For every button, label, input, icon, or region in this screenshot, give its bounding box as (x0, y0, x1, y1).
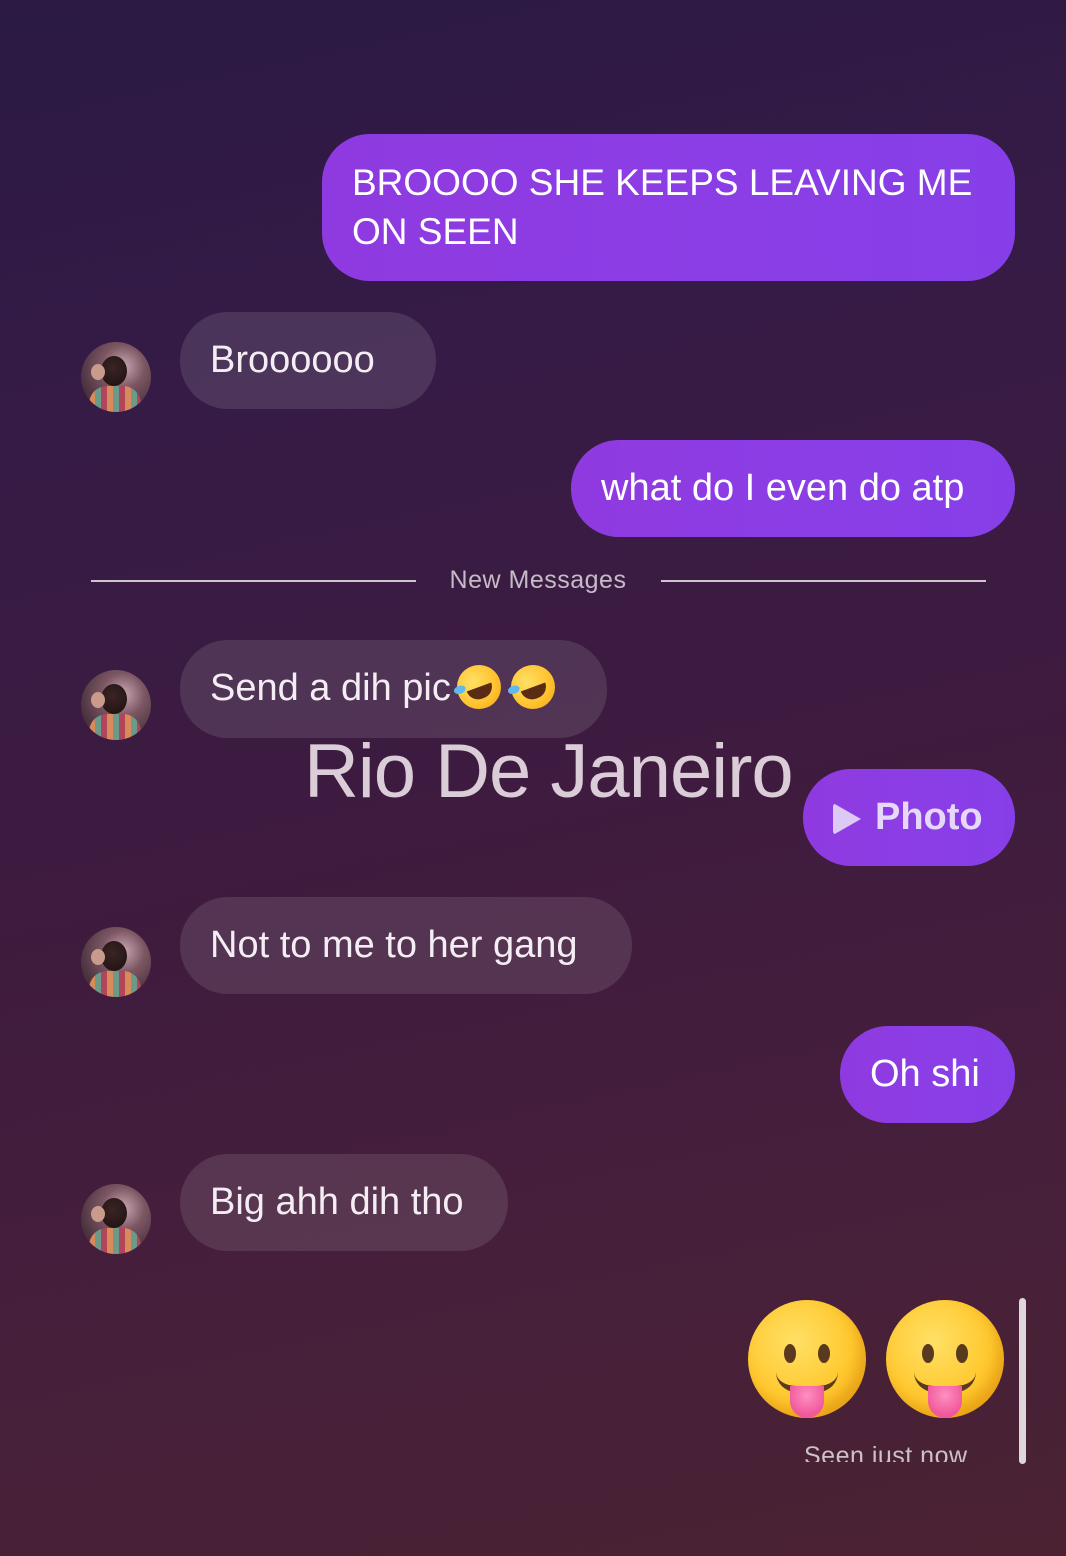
seen-status: Seen just now (804, 1442, 968, 1462)
rolling-on-floor-laughing-icon (504, 658, 562, 716)
contact-avatar[interactable] (81, 670, 151, 740)
contact-avatar[interactable] (81, 342, 151, 412)
sent-message-bubble[interactable]: Oh shi (840, 1026, 1015, 1123)
face-with-tongue-icon[interactable] (748, 1300, 866, 1418)
rolling-on-floor-laughing-icon (450, 658, 508, 716)
contact-avatar[interactable] (81, 1184, 151, 1254)
message-text: Big ahh dih tho (210, 1181, 464, 1223)
sent-message-bubble[interactable]: BROOOO SHE KEEPS LEAVING ME ON SEEN (322, 134, 1015, 281)
message-text: Oh shi (870, 1053, 980, 1095)
received-message-bubble[interactable]: Send a dih pic (180, 640, 607, 738)
received-message-bubble[interactable]: Big ahh dih tho (180, 1154, 508, 1251)
location-sticker: Rio De Janeiro (304, 729, 794, 814)
divider-line-right (661, 580, 986, 582)
message-text: Not to me to her gang (210, 924, 578, 966)
message-text: what do I even do atp (601, 467, 965, 509)
scrollbar[interactable] (1019, 1298, 1026, 1464)
sent-message-bubble[interactable]: what do I even do atp (571, 440, 1015, 537)
message-text: BROOOO SHE KEEPS LEAVING ME ON SEEN (352, 162, 973, 252)
contact-avatar[interactable] (81, 927, 151, 997)
photo-message-bubble[interactable]: Photo (803, 769, 1015, 866)
play-icon (833, 802, 861, 835)
face-with-tongue-icon[interactable] (886, 1300, 1004, 1418)
message-text: Broooooo (210, 339, 375, 381)
message-text: Send a dih pic (210, 667, 451, 709)
received-message-bubble[interactable]: Not to me to her gang (180, 897, 632, 994)
received-message-bubble[interactable]: Broooooo (180, 312, 436, 409)
photo-label: Photo (875, 796, 983, 838)
